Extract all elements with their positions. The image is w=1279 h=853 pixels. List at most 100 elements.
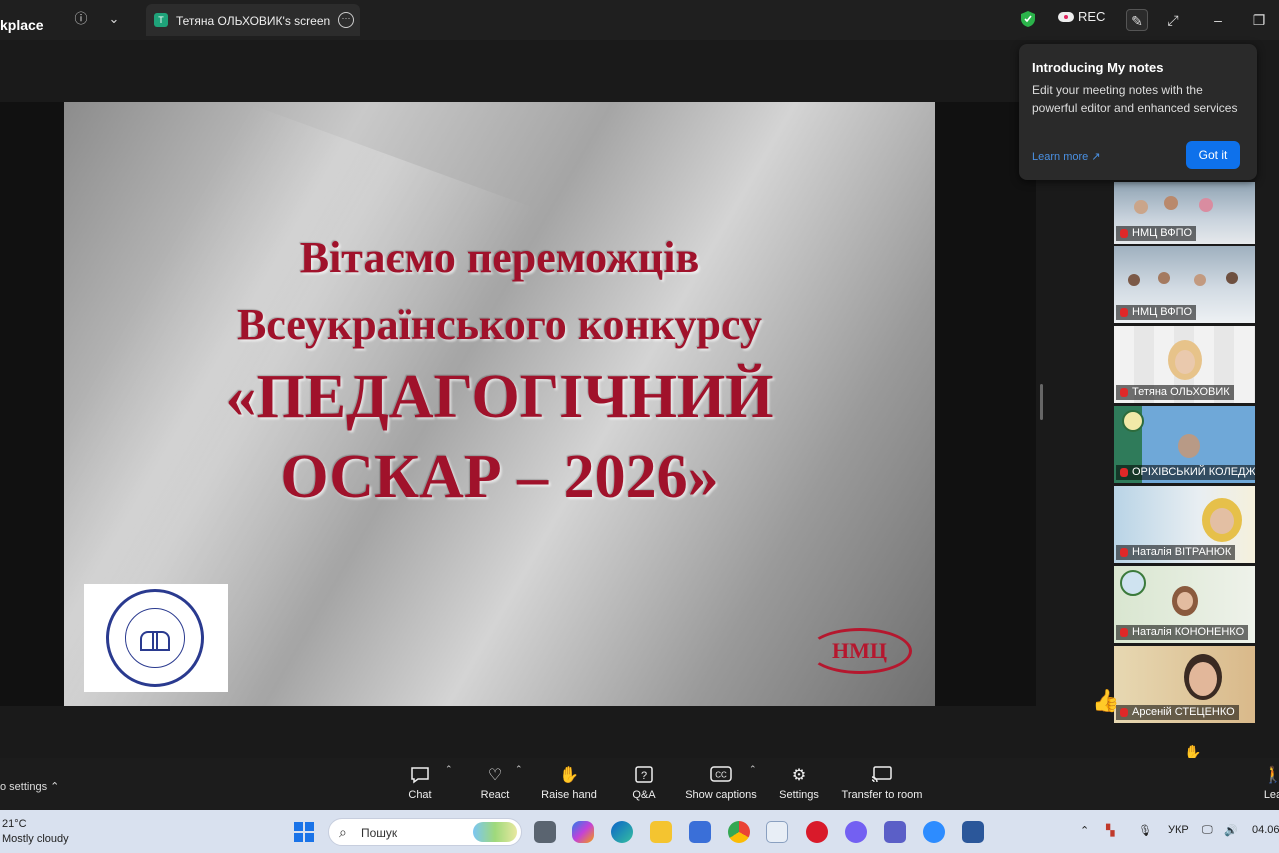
learn-more-link[interactable]: Learn more ↗ [1032, 150, 1101, 163]
zoom-app-icon[interactable] [923, 821, 945, 843]
clock-date[interactable]: 04.06 [1252, 824, 1279, 836]
academy-seal-logo [84, 584, 228, 692]
windows-taskbar: 21°C Mostly cloudy ⌕ Пошук ⌃ ▚ 🎙 УКР 🖵 🔊… [0, 810, 1279, 853]
svg-text:CC: CC [715, 771, 727, 780]
raise-hand-button[interactable]: ✋ Raise hand [540, 766, 598, 801]
info-icon[interactable]: ⓘ [72, 10, 90, 28]
hand-icon: ✋ [559, 767, 579, 784]
word-icon[interactable] [962, 821, 984, 843]
fullscreen-icon[interactable]: ⤢ [1162, 9, 1184, 31]
shield-icon[interactable] [1020, 10, 1036, 33]
leave-button[interactable]: 🚶 Lea [1262, 766, 1279, 801]
edge-icon[interactable] [611, 821, 633, 843]
record-button[interactable]: REC [1058, 9, 1105, 24]
nmc-logo: НМЦ [808, 624, 912, 678]
thumbs-up-reaction-icon: 👍 [1092, 688, 1120, 713]
participant-tile[interactable]: ОРІХІВСЬКИЙ КОЛЕДЖ [1114, 406, 1255, 483]
participant-name: НМЦ ВФПО [1116, 305, 1197, 320]
cast-icon [871, 766, 893, 786]
audio-settings-button[interactable]: o settings ⌃ [0, 780, 59, 793]
slide-line-2: Всеукраїнського конкурсу [237, 300, 762, 349]
participant-name: Наталія КОНОНЕНКО [1116, 625, 1249, 640]
search-placeholder: Пошук [361, 826, 398, 840]
chat-caret-icon[interactable]: ⌃ [445, 764, 453, 775]
leave-person-icon: 🚶 [1263, 767, 1279, 784]
participant-name: НМЦ ВФПО [1116, 226, 1197, 241]
chevron-down-icon[interactable]: ⌄ [105, 10, 123, 28]
language-indicator[interactable]: УКР [1168, 824, 1189, 836]
restore-icon[interactable]: ❐ [1248, 9, 1270, 31]
tray-overflow-icon[interactable]: ⌃ [1080, 824, 1089, 837]
viber-icon[interactable] [845, 821, 867, 843]
meeting-toolbar: o settings ⌃ Chat ⌃ ♡ React ⌃ ✋ Raise ha… [0, 758, 1279, 810]
shared-slide: Вітаємо переможців Всеукраїнського конку… [64, 102, 935, 706]
rec-label: REC [1078, 9, 1106, 24]
app-title: kplace [0, 17, 44, 33]
participant-tile[interactable]: НМЦ ВФПО [1114, 182, 1255, 244]
participant-tile[interactable]: Арсеній СТЕЦЕНКО [1114, 646, 1255, 723]
slide-line-3: «ПЕДАГОГІЧНИЙ [225, 363, 774, 431]
teams-icon[interactable] [884, 821, 906, 843]
svg-text:?: ? [641, 770, 647, 782]
heart-icon: ♡ [487, 767, 503, 784]
copilot-icon[interactable] [572, 821, 594, 843]
taskbar-search[interactable]: ⌕ Пошук [328, 818, 522, 846]
mic-muted-icon [1120, 308, 1128, 317]
participant-tile[interactable]: Наталія ВІТРАНЮК [1114, 486, 1255, 563]
participant-name: Арсеній СТЕЦЕНКО [1116, 705, 1239, 720]
chat-bubble-icon [409, 766, 431, 786]
panel-resize-handle[interactable] [1040, 384, 1043, 420]
chat-button[interactable]: Chat [405, 766, 435, 801]
mic-muted-icon [1120, 388, 1128, 397]
settings-button[interactable]: ⚙ Settings [778, 766, 820, 801]
tab-label: Тетяна ОЛЬХОВИК's screen [176, 14, 331, 28]
volume-icon[interactable]: 🔊 [1224, 824, 1238, 837]
my-notes-popup: Introducing My notes Edit your meeting n… [1019, 44, 1257, 180]
question-icon: ? [633, 766, 655, 786]
tray-app-icon[interactable]: ▚ [1106, 824, 1114, 837]
microphone-icon[interactable]: 🎙 [1138, 824, 1152, 837]
minimize-icon[interactable]: – [1207, 9, 1229, 31]
chrome-icon[interactable] [728, 821, 750, 843]
show-captions-button[interactable]: CC Show captions [684, 766, 758, 801]
transfer-to-room-button[interactable]: Transfer to room [840, 766, 924, 801]
nmc-logo-text: НМЦ [832, 638, 887, 663]
store-icon[interactable] [689, 821, 711, 843]
weather-description[interactable]: Mostly cloudy [2, 833, 69, 845]
weather-temperature[interactable]: 21°C [2, 818, 27, 830]
opera-icon[interactable] [806, 821, 828, 843]
search-icon: ⌕ [339, 824, 347, 840]
network-icon[interactable]: 🖵 [1202, 824, 1213, 837]
tab-avatar-badge: T [154, 13, 168, 27]
zoom-active-icon[interactable] [766, 821, 788, 843]
search-highlight-image [473, 822, 517, 842]
mic-muted-icon [1120, 229, 1128, 238]
react-caret-icon[interactable]: ⌃ [515, 764, 523, 775]
cloud-record-icon [1058, 11, 1074, 22]
mic-muted-icon [1120, 468, 1128, 477]
notes-pen-icon[interactable]: ✎ [1126, 9, 1148, 31]
file-explorer-icon[interactable] [650, 821, 672, 843]
windows-start-icon[interactable] [294, 822, 314, 842]
participant-tile[interactable]: Тетяна ОЛЬХОВИК [1114, 326, 1255, 403]
react-button[interactable]: ♡ React [478, 766, 512, 801]
task-view-icon[interactable] [534, 821, 556, 843]
zoom-meeting-window: kplace ⓘ ⌄ T Тетяна ОЛЬХОВИК's screen ··… [0, 0, 1279, 853]
mic-muted-icon [1120, 548, 1128, 557]
popup-title: Introducing My notes [1032, 60, 1164, 75]
got-it-button[interactable]: Got it [1186, 141, 1240, 169]
cc-icon: CC [710, 766, 732, 786]
participant-tile[interactable]: НМЦ ВФПО [1114, 246, 1255, 323]
open-book-icon [140, 627, 170, 651]
mic-muted-icon [1120, 708, 1128, 717]
more-options-icon[interactable]: ··· [338, 12, 354, 28]
slide-line-1: Вітаємо переможців [299, 233, 700, 282]
slide-line-4: ОСКАР – 2026» [280, 443, 719, 511]
participant-tile[interactable]: Наталія КОНОНЕНКО [1114, 566, 1255, 643]
captions-caret-icon[interactable]: ⌃ [749, 764, 757, 775]
title-bar: kplace ⓘ ⌄ T Тетяна ОЛЬХОВИК's screen ··… [0, 0, 1279, 40]
screen-share-tab[interactable]: T Тетяна ОЛЬХОВИК's screen ··· [146, 4, 360, 36]
qa-button[interactable]: ? Q&A [630, 766, 658, 801]
participant-name: ОРІХІВСЬКИЙ КОЛЕДЖ [1116, 465, 1255, 480]
popup-body: Edit your meeting notes with the powerfu… [1032, 83, 1238, 115]
